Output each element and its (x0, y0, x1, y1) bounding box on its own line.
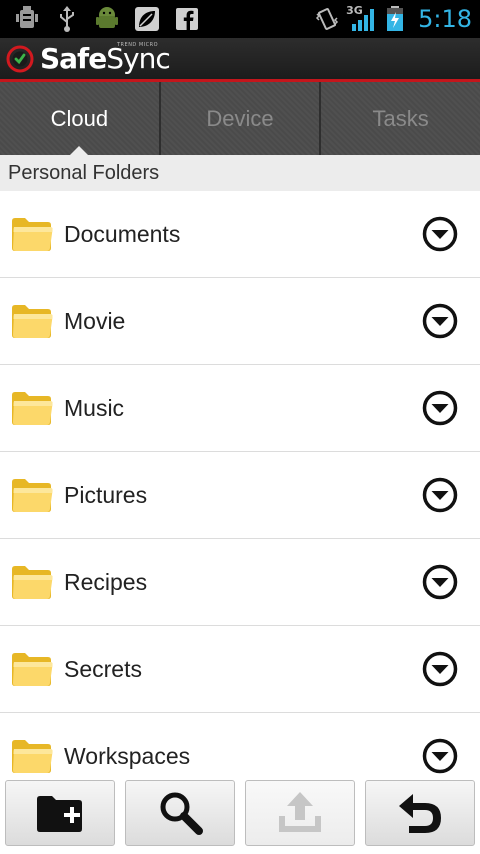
vibrate-icon (314, 6, 340, 32)
safesync-logo-icon (6, 45, 34, 73)
folder-icon (12, 392, 53, 425)
folder-list: Documents Movie Music Pictures Recipes S… (0, 191, 480, 775)
chevron-down-icon[interactable] (422, 303, 458, 339)
signal-icon: 3G (346, 4, 376, 32)
folder-row-movie[interactable]: Movie (0, 278, 480, 365)
android-icon (94, 6, 120, 32)
status-bar: 3G 5:18 (0, 0, 480, 38)
folder-name: Movie (64, 307, 126, 334)
folder-row-music[interactable]: Music (0, 365, 480, 452)
folder-name: Music (64, 394, 125, 421)
upload-button[interactable] (245, 780, 355, 846)
folder-row-workspaces[interactable]: Workspaces (0, 713, 480, 775)
folder-name: Recipes (64, 568, 148, 595)
app-brand: SafeSync (6, 42, 171, 75)
clock: 5:18 (418, 5, 472, 33)
debug-icon (14, 6, 40, 32)
facebook-icon (174, 6, 200, 32)
folder-icon (12, 218, 53, 251)
section-title: Personal Folders (8, 161, 160, 184)
folder-icon (12, 479, 53, 512)
folder-name: Secrets (64, 655, 142, 682)
battery-charging-icon (382, 6, 408, 32)
folder-icon (12, 305, 53, 338)
app-title-bold: Safe (40, 42, 107, 75)
chevron-down-icon[interactable] (422, 564, 458, 600)
app-title: SafeSync (40, 42, 171, 75)
vendor-label: TREND MICRO (117, 42, 159, 48)
chevron-down-icon[interactable] (422, 738, 458, 774)
back-button[interactable] (365, 780, 475, 846)
tab-cloud[interactable]: Cloud (0, 82, 161, 155)
notification-icons (14, 4, 200, 34)
folder-name: Pictures (64, 481, 148, 508)
bottom-toolbar (0, 775, 480, 854)
folder-name: Documents (64, 220, 181, 247)
tab-device[interactable]: Device (161, 82, 322, 155)
folder-icon (12, 740, 53, 773)
usb-icon (54, 6, 80, 32)
folder-icon (12, 566, 53, 599)
folder-plus-icon (37, 796, 82, 832)
tab-bar: Cloud Device Tasks (0, 82, 480, 155)
new-folder-button[interactable] (5, 780, 115, 846)
folder-row-pictures[interactable]: Pictures (0, 452, 480, 539)
upload-icon (279, 792, 321, 832)
tab-label: Device (206, 105, 274, 131)
chevron-down-icon[interactable] (422, 216, 458, 252)
folder-icon (12, 653, 53, 686)
leaf-icon (134, 6, 160, 32)
chevron-down-icon[interactable] (422, 651, 458, 687)
tab-label: Cloud (50, 105, 109, 131)
folder-row-recipes[interactable]: Recipes (0, 539, 480, 626)
system-icons: 3G 5:18 (314, 4, 472, 34)
tab-tasks[interactable]: Tasks (321, 82, 480, 155)
chevron-down-icon[interactable] (422, 477, 458, 513)
tab-label: Tasks (372, 105, 429, 131)
folder-row-documents[interactable]: Documents (0, 191, 480, 278)
app-header: SafeSync TREND MICRO (0, 38, 480, 82)
search-icon (160, 792, 203, 835)
search-button[interactable] (125, 780, 235, 846)
undo-icon (399, 794, 441, 833)
network-type: 3G (346, 4, 363, 17)
folder-name: Workspaces (64, 742, 191, 769)
section-header: Personal Folders (0, 155, 480, 191)
folder-row-secrets[interactable]: Secrets (0, 626, 480, 713)
active-tab-indicator (70, 146, 89, 155)
chevron-down-icon[interactable] (422, 390, 458, 426)
